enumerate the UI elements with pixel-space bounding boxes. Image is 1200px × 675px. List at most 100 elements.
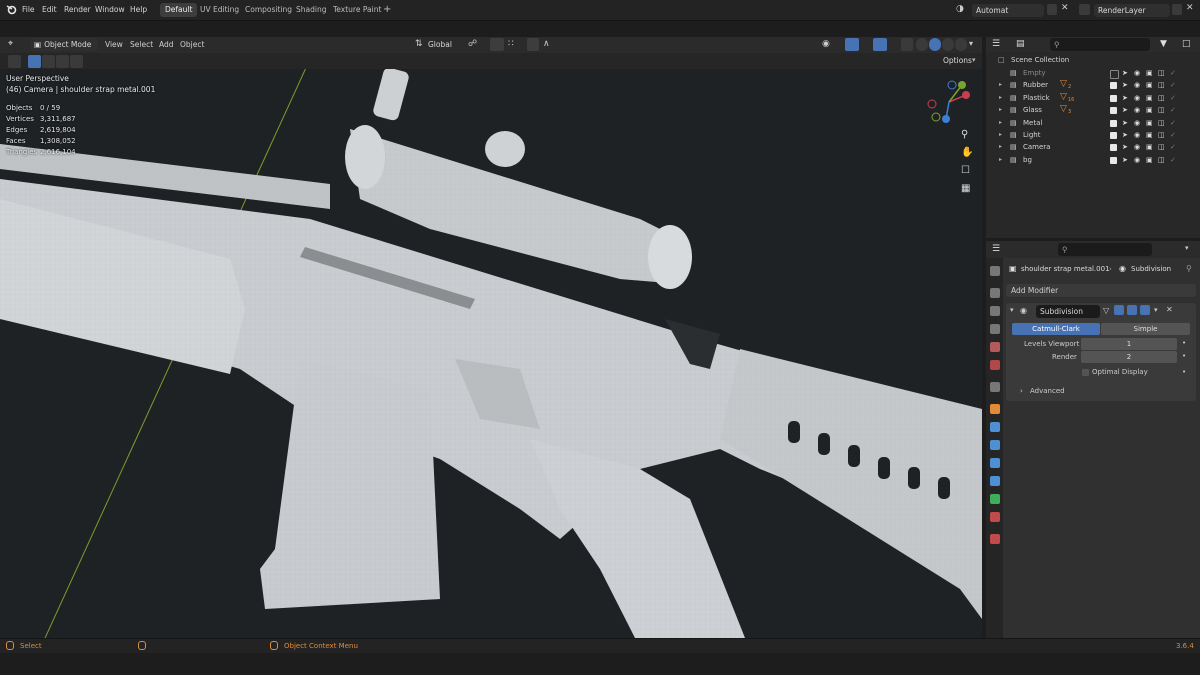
eye-icon[interactable]: ◉ <box>1134 156 1140 164</box>
render-tab-icon[interactable] <box>990 288 1000 298</box>
view-layer-selector[interactable]: RenderLayer <box>1094 4 1170 17</box>
selectable-icon[interactable]: ➤ <box>1122 143 1128 151</box>
constraints-tab-icon[interactable] <box>990 476 1000 486</box>
tab-uv-editing[interactable]: UV Editing <box>195 3 244 17</box>
menu-edit[interactable]: Edit <box>42 5 57 14</box>
holdout-icon[interactable]: ✓ <box>1170 119 1176 127</box>
exclude-checkbox[interactable] <box>1110 119 1117 127</box>
navigation-gizmo[interactable] <box>924 77 974 127</box>
exclude-checkbox[interactable] <box>1110 70 1119 79</box>
expand-arrow-icon[interactable]: ▸ <box>999 143 1002 150</box>
levels-viewport-field[interactable]: 1 <box>1081 338 1177 350</box>
collection-tab-icon[interactable] <box>990 382 1000 392</box>
holdout-icon[interactable]: ✓ <box>1170 106 1176 114</box>
viewport-monitor-icon[interactable]: ▣ <box>1146 143 1153 151</box>
holdout-icon[interactable]: ✓ <box>1170 131 1176 139</box>
selectable-icon[interactable]: ➤ <box>1122 94 1128 102</box>
world-tab-icon[interactable] <box>990 360 1000 370</box>
gizmo-toggle-icon[interactable] <box>845 38 859 51</box>
menu-object[interactable]: Object <box>180 40 204 49</box>
catmull-clark-button[interactable]: Catmull-Clark <box>1012 323 1100 335</box>
expand-arrow-icon[interactable]: ▸ <box>999 131 1002 138</box>
proportional-falloff-icon[interactable]: ∧ <box>543 39 550 49</box>
visibility-icon[interactable]: ◉ <box>822 39 830 49</box>
exclude-checkbox[interactable] <box>1110 144 1117 152</box>
add-workspace-icon[interactable]: + <box>383 4 391 15</box>
particles-tab-icon[interactable] <box>990 440 1000 450</box>
eye-icon[interactable]: ◉ <box>1134 119 1140 127</box>
modifier-menu-icon[interactable]: ▾ <box>1154 306 1158 314</box>
menu-view[interactable]: View <box>105 40 123 49</box>
view-layer-tab-icon[interactable] <box>990 324 1000 334</box>
selectable-icon[interactable]: ➤ <box>1122 131 1128 139</box>
properties-editor-type-icon[interactable]: ☰ <box>992 244 1000 254</box>
holdout-icon[interactable]: ✓ <box>1170 156 1176 164</box>
remove-modifier-icon[interactable]: ✕ <box>1166 305 1173 314</box>
outliner-search-input[interactable]: ⚲ <box>1050 38 1150 51</box>
overlay-toggle-icon[interactable] <box>873 38 887 51</box>
tab-shading[interactable]: Shading <box>291 3 331 17</box>
select-extend-icon[interactable] <box>42 55 55 68</box>
levels-viewport-keyframe-icon[interactable]: • <box>1182 339 1186 347</box>
data-tab-icon[interactable] <box>990 494 1000 504</box>
tab-compositing[interactable]: Compositing <box>240 3 297 17</box>
optimal-display-keyframe-icon[interactable]: • <box>1182 368 1186 376</box>
render-toggle-icon[interactable] <box>1140 305 1150 315</box>
solid-shading-icon[interactable] <box>929 38 941 51</box>
holdout-icon[interactable]: ✓ <box>1170 69 1176 77</box>
exclude-checkbox[interactable] <box>1110 132 1117 139</box>
rendered-shading-icon[interactable] <box>955 38 967 51</box>
wireframe-shading-icon[interactable] <box>916 38 928 51</box>
outliner-row-plastick[interactable]: ▸ ▤ Plastick ▽ 16 ➤ ◉ ▣ ◫ ✓ <box>986 92 1200 105</box>
exclude-checkbox[interactable] <box>1110 82 1117 90</box>
render-levels-field[interactable]: 2 <box>1081 351 1177 363</box>
tab-texture-paint[interactable]: Texture Paint <box>328 3 386 17</box>
physics-tab-icon[interactable] <box>990 458 1000 468</box>
collapse-chevron-icon[interactable]: ▾ <box>1010 306 1014 314</box>
viewport-monitor-icon[interactable]: ▣ <box>1146 69 1153 77</box>
render-camera-icon[interactable]: ◫ <box>1158 94 1165 102</box>
scene-icon[interactable]: ◑ <box>956 4 968 15</box>
holdout-icon[interactable]: ✓ <box>1170 94 1176 102</box>
render-camera-icon[interactable]: ◫ <box>1158 143 1165 151</box>
texture-tab-icon[interactable] <box>990 534 1000 544</box>
editor-type-icon[interactable]: ⌖ <box>8 39 24 51</box>
holdout-icon[interactable]: ✓ <box>1170 143 1176 151</box>
outliner-editor-type-icon[interactable]: ☰ <box>992 39 1000 49</box>
edit-mode-icon[interactable] <box>1114 305 1124 315</box>
add-modifier-button[interactable]: Add Modifier <box>1006 284 1196 297</box>
xray-toggle-icon[interactable] <box>901 38 913 51</box>
snap-icon[interactable] <box>490 38 504 51</box>
outliner-row-glass[interactable]: ▸ ▤ Glass ▽ 3 ➤ ◉ ▣ ◫ ✓ <box>986 104 1200 117</box>
shading-options-icon[interactable]: ▾ <box>969 39 973 48</box>
menu-help[interactable]: Help <box>130 5 147 14</box>
perspective-toggle-icon[interactable]: ▦ <box>961 183 970 194</box>
outliner-row-empty[interactable]: ▤ Empty ➤ ◉ ▣ ◫ ✓ <box>986 68 1200 80</box>
camera-view-icon[interactable]: ☐ <box>961 165 970 176</box>
advanced-subpanel[interactable]: Advanced <box>1030 387 1065 395</box>
scene-tab-icon[interactable] <box>990 342 1000 352</box>
render-camera-icon[interactable]: ◫ <box>1158 156 1165 164</box>
pin-icon[interactable]: ⚲ <box>1186 264 1192 273</box>
selectable-icon[interactable]: ➤ <box>1122 156 1128 164</box>
viewport-monitor-icon[interactable]: ▣ <box>1146 81 1153 89</box>
new-view-layer-icon[interactable] <box>1172 4 1182 15</box>
render-camera-icon[interactable]: ◫ <box>1158 131 1165 139</box>
simple-button[interactable]: Simple <box>1101 323 1190 335</box>
viewport-monitor-icon[interactable]: ▣ <box>1146 156 1153 164</box>
properties-search-input[interactable]: ⚲ <box>1058 243 1152 256</box>
expand-arrow-icon[interactable]: ▸ <box>999 156 1002 163</box>
outliner-row-camera[interactable]: ▸ ▤ Camera ➤ ◉ ▣ ◫ ✓ <box>986 142 1200 154</box>
material-shading-icon[interactable] <box>942 38 954 51</box>
exclude-checkbox[interactable] <box>1110 94 1117 102</box>
filter-icon[interactable]: ▼ <box>1160 39 1167 49</box>
remove-scene-icon[interactable]: ✕ <box>1061 3 1069 13</box>
selectable-icon[interactable]: ➤ <box>1122 69 1128 77</box>
select-new-icon[interactable] <box>28 55 41 68</box>
outliner-root-row[interactable]: □ Scene Collection <box>986 55 1200 67</box>
tab-default[interactable]: Default <box>160 3 198 17</box>
selectable-icon[interactable]: ➤ <box>1122 119 1128 127</box>
modifier-name-field[interactable]: Subdivision <box>1036 305 1100 318</box>
output-tab-icon[interactable] <box>990 306 1000 316</box>
realtime-icon[interactable] <box>1127 305 1137 315</box>
